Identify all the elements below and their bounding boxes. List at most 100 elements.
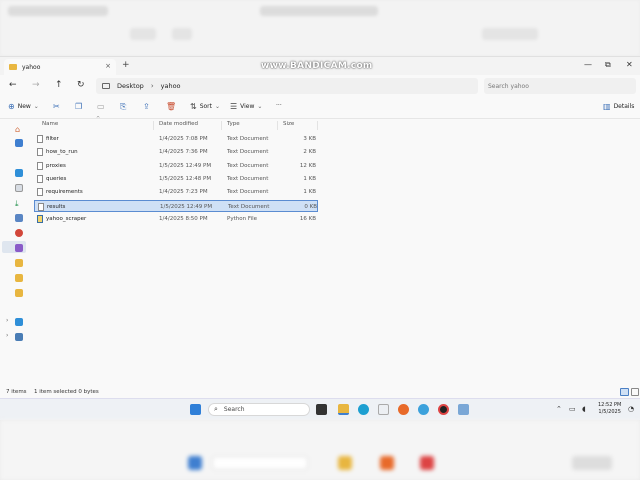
firefox-icon[interactable]	[398, 404, 409, 415]
file-row[interactable]: requirements 1/4/2025 7:23 PM Text Documen…	[34, 186, 318, 198]
system-clock[interactable]: 12:52 PM 1/5/2025	[598, 402, 621, 416]
blurred-control	[172, 28, 192, 40]
file-row[interactable]: how_to_run 1/4/2025 7:36 PM Text Document 2…	[34, 146, 318, 158]
minimize-button[interactable]: —	[584, 60, 592, 69]
chevron-down-icon: ⌄	[33, 103, 39, 110]
view-label: View	[240, 103, 255, 110]
sort-button[interactable]: ⇅ Sort ⌄	[190, 102, 220, 111]
file-date: 1/5/2025 12:49 PM	[160, 203, 213, 210]
clock-time: 12:52 PM	[598, 402, 622, 408]
blurred-taskbar-item	[212, 456, 308, 470]
forward-arrow-icon[interactable]: →	[32, 80, 40, 90]
search-input[interactable]: Search yahoo	[484, 78, 636, 94]
refresh-icon[interactable]: ↻	[77, 80, 85, 90]
chevron-right-icon[interactable]: ›	[6, 317, 8, 324]
details-pane-button[interactable]: ▥ Details	[603, 102, 634, 111]
new-button[interactable]: ⊕ New ⌄	[8, 102, 39, 111]
home-icon[interactable]: ⌂	[15, 125, 23, 134]
chrome-icon[interactable]	[418, 404, 429, 415]
chevron-up-icon[interactable]: ⌃	[556, 405, 562, 413]
python-app-icon[interactable]	[458, 404, 469, 415]
delete-button[interactable]: 🗑	[166, 102, 179, 111]
rename-button[interactable]: ⎘	[120, 102, 129, 112]
view-lines-icon: ☰	[230, 102, 238, 111]
clock-date: 1/5/2025	[598, 409, 621, 415]
cut-button[interactable]: ✂	[53, 102, 63, 111]
this-pc-icon[interactable]	[15, 318, 23, 326]
desktop-icon[interactable]	[15, 169, 23, 177]
gallery-icon[interactable]	[15, 139, 23, 147]
desktop-folder-icon[interactable]	[15, 184, 23, 192]
folder-icon[interactable]	[15, 259, 23, 267]
store-icon[interactable]	[378, 404, 389, 415]
file-name: yahoo_scraper	[46, 215, 87, 222]
large-icons-view-button[interactable]	[631, 388, 639, 396]
view-button[interactable]: ☰ View ⌄	[230, 102, 262, 111]
restore-button[interactable]: ⧉	[605, 60, 611, 70]
column-header-type[interactable]: Type	[227, 121, 240, 131]
more-options-button[interactable]: ···	[276, 102, 282, 109]
back-arrow-icon[interactable]: ←	[9, 80, 17, 90]
breadcrumb-yahoo[interactable]: yahoo	[161, 82, 181, 90]
chevron-right-icon[interactable]: ›	[6, 332, 8, 339]
folder-icon[interactable]	[15, 274, 23, 282]
file-row[interactable]: filter 1/4/2025 7:08 PM Text Document 3 KB	[34, 133, 318, 145]
column-divider	[277, 121, 278, 130]
network-tray-icon[interactable]: ▭	[569, 405, 576, 413]
this-pc-icon	[102, 83, 110, 89]
edge-icon[interactable]	[358, 404, 369, 415]
rename-icon: ⎘	[120, 102, 127, 111]
details-view-button[interactable]	[620, 388, 629, 396]
close-window-button[interactable]: ✕	[626, 60, 633, 69]
tab-yahoo[interactable]: yahoo ×	[4, 59, 116, 75]
column-header-size[interactable]: Size	[283, 121, 294, 131]
file-size: 2 KB	[303, 149, 316, 156]
task-view-icon[interactable]	[316, 404, 327, 415]
folder-icon[interactable]	[15, 289, 23, 297]
start-icon[interactable]	[190, 404, 201, 415]
python-file-icon	[37, 214, 43, 223]
selection-info: 1 item selected 0 bytes	[34, 389, 99, 395]
close-tab-icon[interactable]: ×	[105, 62, 111, 70]
file-name: filter	[46, 136, 59, 142]
downloads-icon[interactable]: ⤓	[15, 199, 23, 208]
paste-button[interactable]: ▭	[97, 102, 108, 111]
breadcrumb-desktop[interactable]: Desktop	[117, 82, 144, 90]
address-bar[interactable]: Desktop › yahoo	[96, 78, 478, 94]
search-icon: ⌕	[214, 405, 218, 413]
file-name: proxies	[46, 162, 66, 169]
file-row[interactable]: queries 1/5/2025 12:48 PM Text Document 1 K…	[34, 173, 318, 185]
notification-icon[interactable]: ◔	[628, 405, 634, 413]
speaker-icon[interactable]: ◖	[582, 405, 586, 413]
file-size: 16 KB	[299, 215, 316, 222]
documents-icon[interactable]	[15, 214, 23, 222]
file-date: 1/5/2025 12:48 PM	[159, 175, 212, 182]
pictures-icon[interactable]	[15, 229, 23, 237]
plus-circle-icon: ⊕	[8, 102, 15, 111]
file-row[interactable]: yahoo_scraper 1/4/2025 8:50 PM Python File…	[34, 213, 318, 225]
copy-button[interactable]: ❐	[75, 102, 85, 111]
music-icon[interactable]	[15, 244, 23, 252]
up-arrow-icon[interactable]: ↑	[55, 80, 63, 90]
chevron-down-icon: ⌄	[257, 103, 263, 110]
file-name: how_to_run	[46, 149, 78, 156]
blurred-taskbar-item	[338, 456, 352, 470]
share-button[interactable]: ⇪	[143, 102, 153, 111]
navigation-pane: ⌂ ⤓ › ›	[0, 119, 28, 381]
blurred-taskbar-item	[380, 456, 394, 470]
paste-icon: ▭	[97, 102, 105, 111]
column-header-name[interactable]: Name	[42, 121, 58, 131]
network-icon[interactable]	[15, 333, 23, 341]
file-explorer-icon[interactable]	[338, 404, 349, 415]
taskbar-search[interactable]: ⌕ Search	[208, 403, 310, 416]
file-row[interactable]: proxies 1/5/2025 12:49 PM Text Document 12 …	[34, 160, 318, 172]
bandicam-icon[interactable]	[438, 404, 449, 415]
file-size: 1 KB	[303, 189, 316, 196]
file-row[interactable]: results 1/5/2025 12:49 PM Text Document 0 K…	[34, 199, 318, 212]
file-type: Text Document	[227, 162, 269, 169]
file-size: 0 KB	[304, 203, 317, 210]
new-tab-button[interactable]: +	[122, 60, 130, 70]
sort-caret-icon: ^	[96, 116, 101, 122]
blurred-control	[482, 28, 538, 40]
column-header-date[interactable]: Date modified	[159, 121, 198, 131]
